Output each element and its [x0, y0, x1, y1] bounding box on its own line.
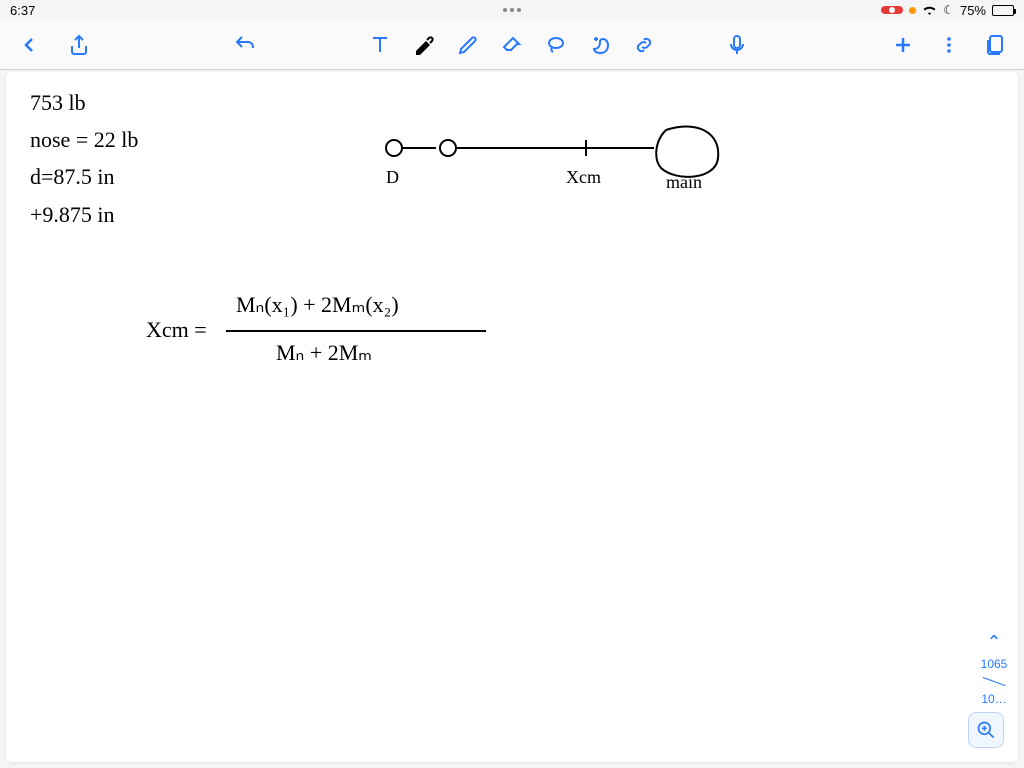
page-up-button[interactable]: ⌃	[986, 632, 1001, 653]
note-canvas[interactable]: 753 lb nose = 22 lb d=87.5 in +9.875 in …	[6, 72, 1018, 762]
undo-button[interactable]	[232, 32, 258, 58]
add-button[interactable]	[890, 32, 916, 58]
eraser-tool-button[interactable]	[499, 32, 525, 58]
page-total: 10…	[981, 692, 1006, 706]
note-text: +9.875 in	[30, 202, 115, 228]
diagram-sketch	[376, 120, 736, 210]
shapes-tool-button[interactable]	[587, 32, 613, 58]
status-right: ☾ 75%	[881, 3, 1014, 18]
mic-button[interactable]	[724, 32, 750, 58]
mic-in-use-icon	[909, 7, 916, 14]
equation-numerator: Mₙ(x₁) + 2Mₘ(x₂)	[236, 292, 399, 318]
toolbar	[0, 20, 1024, 70]
divider-icon	[983, 677, 1006, 686]
more-button[interactable]	[936, 32, 962, 58]
battery-pct: 75%	[960, 3, 986, 18]
marker-tool-button[interactable]	[411, 32, 437, 58]
fraction-bar	[226, 328, 486, 334]
equation-denominator: Mₙ + 2Mₘ	[276, 340, 372, 366]
diagram-label: D	[386, 167, 399, 188]
recording-badge-icon[interactable]	[881, 6, 903, 14]
share-button[interactable]	[66, 32, 92, 58]
note-text: nose = 22 lb	[30, 127, 138, 153]
lasso-tool-button[interactable]	[543, 32, 569, 58]
diagram-label: main	[666, 172, 702, 193]
back-button[interactable]	[16, 32, 42, 58]
battery-icon	[992, 5, 1014, 16]
note-text: d=87.5 in	[30, 164, 115, 190]
note-text: 753 lb	[30, 90, 86, 116]
multitask-handle-icon[interactable]	[503, 6, 521, 14]
page-current: 1065	[981, 657, 1008, 671]
status-time: 6:37	[10, 3, 35, 18]
pencil-tool-button[interactable]	[455, 32, 481, 58]
dnd-moon-icon: ☾	[943, 3, 954, 17]
wifi-icon	[922, 5, 937, 16]
status-bar: 6:37 ☾ 75%	[0, 0, 1024, 20]
pages-button[interactable]	[982, 32, 1008, 58]
link-tool-button[interactable]	[631, 32, 657, 58]
equation-lhs: Xcm =	[146, 317, 207, 343]
text-tool-button[interactable]	[367, 32, 393, 58]
zoom-in-button[interactable]	[968, 712, 1004, 748]
diagram-label: Xcm	[566, 167, 601, 188]
